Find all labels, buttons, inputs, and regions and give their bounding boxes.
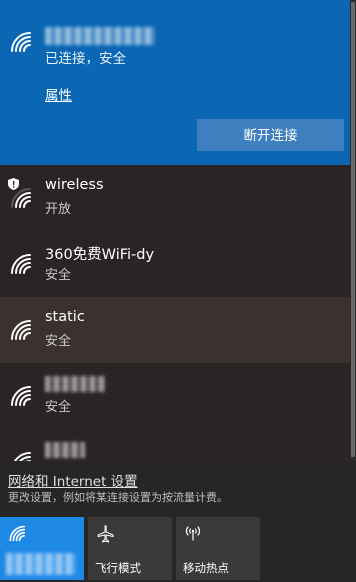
network-name: static [45,309,85,325]
connected-network-name-redacted [45,27,155,45]
connected-network-panel[interactable]: 已连接，安全 属性 断开连接 [0,0,350,165]
wifi-signal-icon [9,31,35,53]
wifi-signal-icon [9,319,35,341]
network-list: wireless 开放 360免费WiFi-dy 安全 static 安全 安全 [0,165,350,461]
wifi-signal-icon [9,187,35,209]
wifi-signal-icon [9,253,35,275]
network-status: 开放 [45,202,72,217]
airplane-mode-tile[interactable]: 飞行模式 [88,517,172,580]
scrollbar-thumb[interactable] [351,2,355,457]
mobile-hotspot-tile[interactable]: 移动热点 [176,517,260,580]
airplane-icon [96,525,114,547]
network-name: 360免费WiFi-dy [45,247,155,263]
network-status: 安全 [45,268,72,283]
wifi-tile-label-redacted [6,553,76,575]
airplane-mode-label: 飞行模式 [95,561,141,575]
network-status: 安全 [45,334,72,349]
network-flyout: 已连接，安全 属性 断开连接 wireless 开放 360免费WiFi-dy … [0,0,356,582]
network-item-redacted[interactable]: 安全 [0,363,350,429]
mobile-hotspot-label: 移动热点 [183,561,229,575]
network-status: 安全 [45,400,72,415]
wifi-toggle-tile[interactable] [0,517,84,580]
network-settings-section: 网络和 Internet 设置 更改设置，例如将某连接设置为按流量计费。 [0,461,356,513]
network-name-redacted [45,376,105,392]
network-name: wireless [45,177,104,193]
network-item-360wifi[interactable]: 360免费WiFi-dy 安全 [0,231,350,297]
network-settings-link[interactable]: 网络和 Internet 设置 [8,470,138,490]
wifi-icon [8,525,28,546]
connected-network-status: 已连接，安全 [45,51,126,67]
settings-description: 更改设置，例如将某连接设置为按流量计费。 [8,491,228,504]
wifi-signal-icon [9,385,35,407]
warning-shield-icon [8,175,19,190]
wifi-signal-icon [9,451,35,461]
network-name-redacted [45,442,85,458]
disconnect-button[interactable]: 断开连接 [197,119,344,151]
network-item-redacted-partial[interactable] [0,429,350,461]
network-item-wireless[interactable]: wireless 开放 [0,165,350,231]
hotspot-icon [184,525,202,545]
properties-link[interactable]: 属性 [45,84,72,104]
network-item-static[interactable]: static 安全 [0,297,350,363]
